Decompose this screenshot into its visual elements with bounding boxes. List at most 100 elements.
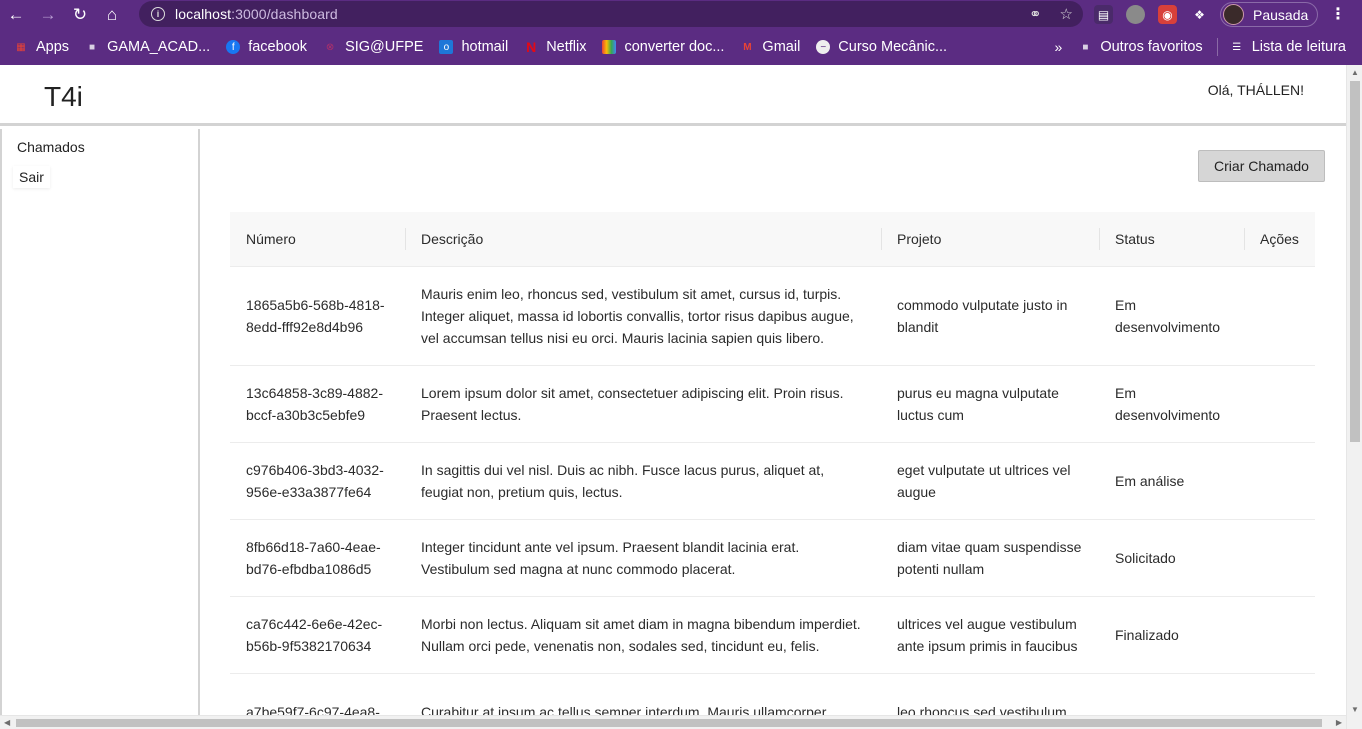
reading-list[interactable]: ☰ Lista de leitura — [1230, 39, 1346, 55]
app-header: T4i Olá, THÁLLEN! — [0, 65, 1346, 126]
address-bar[interactable]: i localhost:3000/dashboard ⚭ ☆ — [139, 1, 1083, 27]
cell-status: Em desenvolvimento — [1099, 364, 1244, 442]
table-row[interactable]: c976b406-3bd3-4032-956e-e33a3877fe64 In … — [230, 441, 1315, 519]
profile-label: Pausada — [1253, 6, 1309, 23]
cell-status: Em desenvolvimento — [1099, 265, 1244, 365]
cell-acoes — [1244, 265, 1315, 365]
scroll-right-arrow-icon[interactable]: ▶ — [1336, 718, 1342, 727]
cell-descricao: Curabitur at ipsum ac tellus semper inte… — [405, 672, 881, 715]
sidebar-item-sair[interactable]: Sair — [13, 166, 50, 188]
cell-numero: 13c64858-3c89-4882-bccf-a30b3c5ebfe9 — [230, 364, 405, 442]
more-menu-icon[interactable]: ⋮ — [1330, 4, 1346, 24]
page: T4i Olá, THÁLLEN! Chamados Sair Criar Ch… — [0, 65, 1346, 715]
cell-projeto: eget vulputate ut ultrices vel augue — [881, 441, 1099, 519]
cell-numero: ca76c442-6e6e-42ec-b56b-9f5382170634 — [230, 595, 405, 673]
vertical-scroll-thumb[interactable] — [1350, 81, 1360, 442]
brand-logo[interactable]: T4i — [44, 81, 83, 113]
bookmarks-bar: ▦ Apps ■ GAMA_ACAD... f facebook ⊗ SIG@UFPE … — [0, 29, 1362, 65]
cell-acoes — [1244, 518, 1315, 596]
bookmark-curso[interactable]: − Curso Mecânic... — [816, 39, 947, 55]
bookmark-hotmail[interactable]: o hotmail — [439, 39, 508, 55]
cell-projeto: diam vitae quam suspendisse potenti null… — [881, 518, 1099, 596]
cell-descricao: Integer tincidunt ante vel ipsum. Praese… — [405, 518, 881, 596]
cell-projeto: ultrices vel augue vestibulum ante ipsum… — [881, 595, 1099, 673]
scroll-left-arrow-icon[interactable]: ◀ — [4, 718, 10, 727]
horizontal-scrollbar[interactable]: ◀ ▶ — [0, 715, 1346, 729]
browser-toolbar: ← → ↻ ⌂ i localhost:3000/dashboard ⚭ ☆ ▤… — [0, 0, 1362, 29]
column-header-numero[interactable]: Número — [230, 212, 405, 266]
cell-descricao: Morbi non lectus. Aliquam sit amet diam … — [405, 595, 881, 673]
cell-numero: 8fb66d18-7a60-4eae-bd76-efbdba1086d5 — [230, 518, 405, 596]
course-icon: − — [816, 40, 831, 54]
cell-status — [1099, 672, 1244, 715]
column-header-acoes: Ações — [1244, 212, 1315, 266]
cell-acoes — [1244, 364, 1315, 442]
bookmark-gmail[interactable]: M Gmail — [740, 39, 800, 55]
table-row[interactable]: 13c64858-3c89-4882-bccf-a30b3c5ebfe9 Lor… — [230, 364, 1315, 442]
gmail-icon: M — [743, 41, 752, 53]
bookmark-other-favorites[interactable]: ■ Outros favoritos — [1078, 39, 1202, 55]
facebook-icon: f — [226, 40, 241, 54]
more-bookmarks-chevron-icon[interactable]: » — [1055, 39, 1063, 55]
user-greeting: Olá, THÁLLEN! — [1207, 82, 1304, 98]
cell-descricao: Lorem ipsum dolor sit amet, consectetuer… — [405, 364, 881, 442]
cell-acoes — [1244, 595, 1315, 673]
bookmark-converter[interactable]: converter doc... — [602, 39, 724, 55]
cell-acoes — [1244, 672, 1315, 715]
cell-status: Solicitado — [1099, 518, 1244, 596]
folder-icon: ■ — [89, 41, 96, 53]
profile-button[interactable]: Pausada — [1220, 2, 1318, 27]
site-info-icon[interactable]: i — [151, 7, 165, 21]
horizontal-scroll-thumb[interactable] — [16, 719, 1322, 727]
table-row[interactable]: 8fb66d18-7a60-4eae-bd76-efbdba1086d5 Int… — [230, 518, 1315, 596]
url-text[interactable]: localhost:3000/dashboard — [175, 6, 338, 22]
bookmark-gama[interactable]: ■ GAMA_ACAD... — [85, 39, 210, 55]
cell-numero: 1865a5b6-568b-4818-8edd-fff92e8d4b96 — [230, 265, 405, 365]
signal-bars-icon[interactable]: ▤ — [1094, 5, 1113, 24]
scroll-down-arrow-icon[interactable]: ▼ — [1351, 705, 1359, 714]
table-row[interactable]: ca76c442-6e6e-42ec-b56b-9f5382170634 Mor… — [230, 595, 1315, 673]
key-icon[interactable]: ⚭ — [1029, 5, 1042, 23]
cell-status: Finalizado — [1099, 595, 1244, 673]
table-row[interactable]: a7be59f7-6c97-4ea8- Curabitur at ipsum a… — [230, 672, 1315, 715]
home-icon[interactable]: ⌂ — [96, 0, 128, 29]
column-header-projeto[interactable]: Projeto — [881, 212, 1099, 266]
avatar — [1223, 4, 1244, 25]
bookmark-sig[interactable]: ⊗ SIG@UFPE — [323, 39, 424, 55]
sig-icon: ⊗ — [325, 41, 335, 53]
outlook-icon: o — [439, 40, 454, 54]
apps-grid-icon: ▦ — [16, 41, 26, 53]
cell-descricao: In sagittis dui vel nisl. Duis ac nibh. … — [405, 441, 881, 519]
sidebar-item-chamados[interactable]: Chamados — [17, 139, 85, 155]
cell-projeto: purus eu magna vulputate luctus cum — [881, 364, 1099, 442]
back-arrow-icon[interactable]: ← — [0, 0, 32, 29]
bookmark-facebook[interactable]: f facebook — [226, 39, 307, 55]
cell-status: Em análise — [1099, 441, 1244, 519]
main-content: Criar Chamado Número Descrição Projeto S… — [200, 129, 1346, 715]
bookmark-netflix[interactable]: N Netflix — [524, 39, 586, 55]
column-header-status[interactable]: Status — [1099, 212, 1244, 266]
cell-acoes — [1244, 441, 1315, 519]
divider — [1216, 38, 1218, 56]
star-icon[interactable]: ☆ — [1060, 5, 1073, 23]
netflix-icon: N — [526, 39, 537, 55]
reload-icon[interactable]: ↻ — [64, 0, 96, 29]
forward-arrow-icon[interactable]: → — [32, 0, 64, 29]
column-header-descricao[interactable]: Descrição — [405, 212, 881, 266]
cell-descricao: Mauris enim leo, rhoncus sed, vestibulum… — [405, 265, 881, 365]
cell-projeto: leo rhoncus sed vestibulum — [881, 672, 1099, 715]
reading-list-icon: ☰ — [1232, 41, 1242, 53]
vertical-scrollbar[interactable]: ▲ ▼ — [1346, 65, 1362, 729]
bookmark-apps[interactable]: ▦ Apps — [14, 39, 69, 55]
tickets-table: Número Descrição Projeto Status Ações 18… — [230, 212, 1315, 715]
puzzle-icon[interactable]: ❖ — [1190, 5, 1209, 24]
table-header-row: Número Descrição Projeto Status Ações — [230, 212, 1315, 266]
cell-projeto: commodo vulputate justo in blandit — [881, 265, 1099, 365]
scroll-up-arrow-icon[interactable]: ▲ — [1351, 68, 1359, 77]
sidebar: Chamados Sair — [0, 129, 200, 715]
cell-numero: a7be59f7-6c97-4ea8- — [230, 672, 405, 715]
create-ticket-button[interactable]: Criar Chamado — [1198, 150, 1325, 182]
table-row[interactable]: 1865a5b6-568b-4818-8edd-fff92e8d4b96 Mau… — [230, 265, 1315, 365]
balloon-icon[interactable] — [1126, 5, 1145, 24]
extension-red-icon[interactable]: ◉ — [1158, 5, 1177, 24]
